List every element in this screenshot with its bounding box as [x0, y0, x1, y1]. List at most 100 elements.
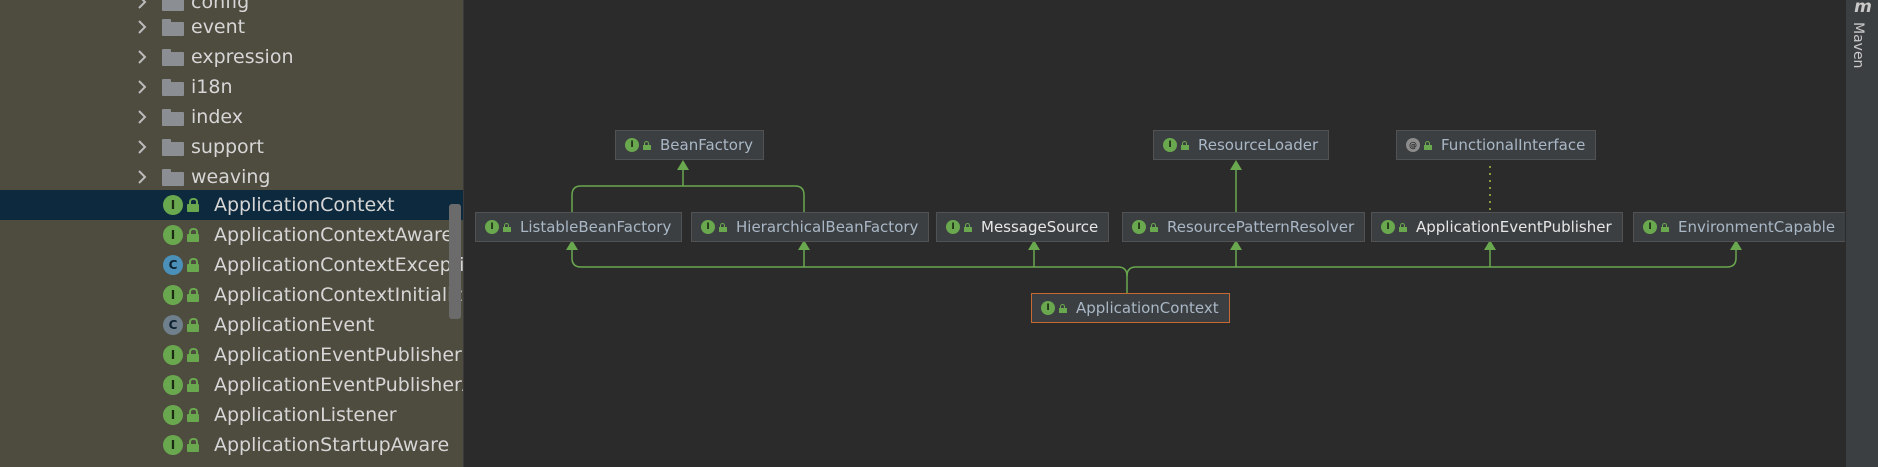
folder-icon [162, 168, 184, 186]
public-lock-icon [187, 408, 199, 422]
interface-icon: I [625, 138, 639, 152]
tree-folder-expression[interactable]: expression [0, 42, 463, 72]
tree-item-application-listener[interactable]: I ApplicationListener [0, 400, 463, 430]
interface-icon: I [163, 195, 183, 215]
node-label: EnvironmentCapable [1678, 218, 1836, 236]
abstract-class-icon: C [163, 315, 183, 335]
interface-icon: I [163, 285, 183, 305]
interface-icon: I [1643, 220, 1657, 234]
tree-item-label: ApplicationContext [214, 194, 395, 216]
edge-listable-to-beanfactory [571, 163, 684, 214]
tree-item-label: ApplicationContextAware [214, 224, 454, 246]
tree-folder-label: support [191, 136, 264, 158]
node-label: ApplicationEventPublisher [1416, 218, 1612, 236]
node-hierarchical-bean-factory[interactable]: I HierarchicalBeanFactory [691, 212, 930, 242]
node-functional-interface[interactable]: @ FunctionalInterface [1396, 130, 1597, 160]
node-resource-pattern-resolver[interactable]: I ResourcePatternResolver [1122, 212, 1366, 242]
public-lock-icon [187, 258, 199, 272]
interface-icon: I [485, 220, 499, 234]
tree-item-application-event-publisher-aware[interactable]: I ApplicationEventPublisherAv [0, 370, 463, 400]
chevron-right-icon[interactable] [133, 72, 151, 102]
node-environment-capable[interactable]: I EnvironmentCapable [1633, 212, 1847, 242]
interface-icon: I [1381, 220, 1395, 234]
tree-item-label: ApplicationEvent [214, 314, 375, 336]
folder-icon [162, 108, 184, 126]
node-resource-loader[interactable]: I ResourceLoader [1153, 130, 1330, 160]
public-lock-icon [1424, 140, 1432, 150]
public-lock-icon [187, 348, 199, 362]
node-application-event-publisher[interactable]: I ApplicationEventPublisher [1371, 212, 1623, 242]
tree-folder-label: event [191, 16, 246, 38]
tree-folder-label: weaving [191, 166, 271, 188]
tree-item-label: ApplicationStartupAware [214, 434, 450, 456]
maven-icon[interactable]: m [1851, 0, 1875, 16]
node-label: MessageSource [981, 218, 1099, 236]
interface-icon: I [163, 405, 183, 425]
arrowhead [1230, 160, 1242, 170]
node-message-source[interactable]: I MessageSource [936, 212, 1110, 242]
edge-hierarchical-to-beanfactory [683, 185, 805, 214]
node-bean-factory[interactable]: I BeanFactory [615, 130, 765, 160]
chevron-right-icon[interactable] [133, 132, 151, 162]
tree-folder-support[interactable]: support [0, 132, 463, 162]
public-lock-icon [187, 228, 199, 242]
interface-icon: I [701, 220, 715, 234]
tree-item-application-event-publisher[interactable]: I ApplicationEventPublisher [0, 340, 463, 370]
public-lock-icon [1399, 222, 1407, 232]
annotation-icon: @ [1406, 138, 1420, 152]
tree-folder-event[interactable]: event [0, 12, 463, 42]
chevron-right-icon[interactable] [133, 102, 151, 132]
tree-item-label: ApplicationListener [214, 404, 397, 426]
project-tree[interactable]: config event expression i18n index suppo… [0, 0, 464, 467]
class-icon: C [163, 255, 183, 275]
folder-icon [162, 0, 184, 11]
maven-tool-window-button[interactable]: Maven [1850, 22, 1866, 68]
tree-item-application-startup-aware[interactable]: I ApplicationStartupAware [0, 430, 463, 460]
interface-icon: I [163, 375, 183, 395]
folder-icon [162, 138, 184, 156]
interface-icon: I [1163, 138, 1177, 152]
tree-item-application-context-exception[interactable]: C ApplicationContextExceptio [0, 250, 463, 280]
tree-folder-index[interactable]: index [0, 102, 463, 132]
public-lock-icon [187, 288, 199, 302]
folder-icon [162, 48, 184, 66]
public-lock-icon [719, 222, 727, 232]
tree-folder-i18n[interactable]: i18n [0, 72, 463, 102]
interface-icon: I [946, 220, 960, 234]
chevron-right-icon[interactable] [133, 162, 151, 192]
tree-item-application-context[interactable]: I ApplicationContext [0, 190, 463, 220]
tree-item-label: ApplicationContextExceptio [214, 254, 464, 276]
interface-icon: I [163, 225, 183, 245]
interface-icon: I [163, 435, 183, 455]
folder-icon [162, 18, 184, 36]
public-lock-icon [187, 438, 199, 452]
public-lock-icon [187, 378, 199, 392]
public-lock-icon [643, 140, 651, 150]
tree-scrollbar[interactable] [449, 204, 461, 319]
public-lock-icon [1150, 222, 1158, 232]
tree-folder-label: i18n [191, 76, 233, 98]
tree-item-application-event[interactable]: C ApplicationEvent [0, 310, 463, 340]
public-lock-icon [1059, 303, 1067, 313]
tree-folder-label: expression [191, 46, 294, 68]
tree-item-application-context-initializer[interactable]: I ApplicationContextInitializer [0, 280, 463, 310]
right-tool-window-bar: m Maven [1845, 0, 1878, 467]
chevron-right-icon[interactable] [133, 42, 151, 72]
public-lock-icon [964, 222, 972, 232]
tree-folder-weaving[interactable]: weaving [0, 162, 463, 192]
node-listable-bean-factory[interactable]: I ListableBeanFactory [475, 212, 683, 242]
interface-icon: I [163, 345, 183, 365]
edge-appcontext-bus [571, 242, 1128, 293]
tree-item-application-context-aware[interactable]: I ApplicationContextAware [0, 220, 463, 250]
node-label: HierarchicalBeanFactory [736, 218, 919, 236]
node-label: BeanFactory [660, 136, 754, 154]
node-label: FunctionalInterface [1441, 136, 1586, 154]
node-label: ResourceLoader [1198, 136, 1319, 154]
tree-item-label: ApplicationContextInitializer [214, 284, 464, 306]
chevron-right-icon[interactable] [133, 12, 151, 42]
uml-diagram-canvas[interactable]: I BeanFactory I ResourceLoader @ Functio… [464, 0, 1847, 467]
folder-icon [162, 78, 184, 96]
tree-item-label: ApplicationEventPublisher [214, 344, 462, 366]
public-lock-icon [187, 318, 199, 332]
node-application-context[interactable]: I ApplicationContext [1031, 293, 1230, 323]
